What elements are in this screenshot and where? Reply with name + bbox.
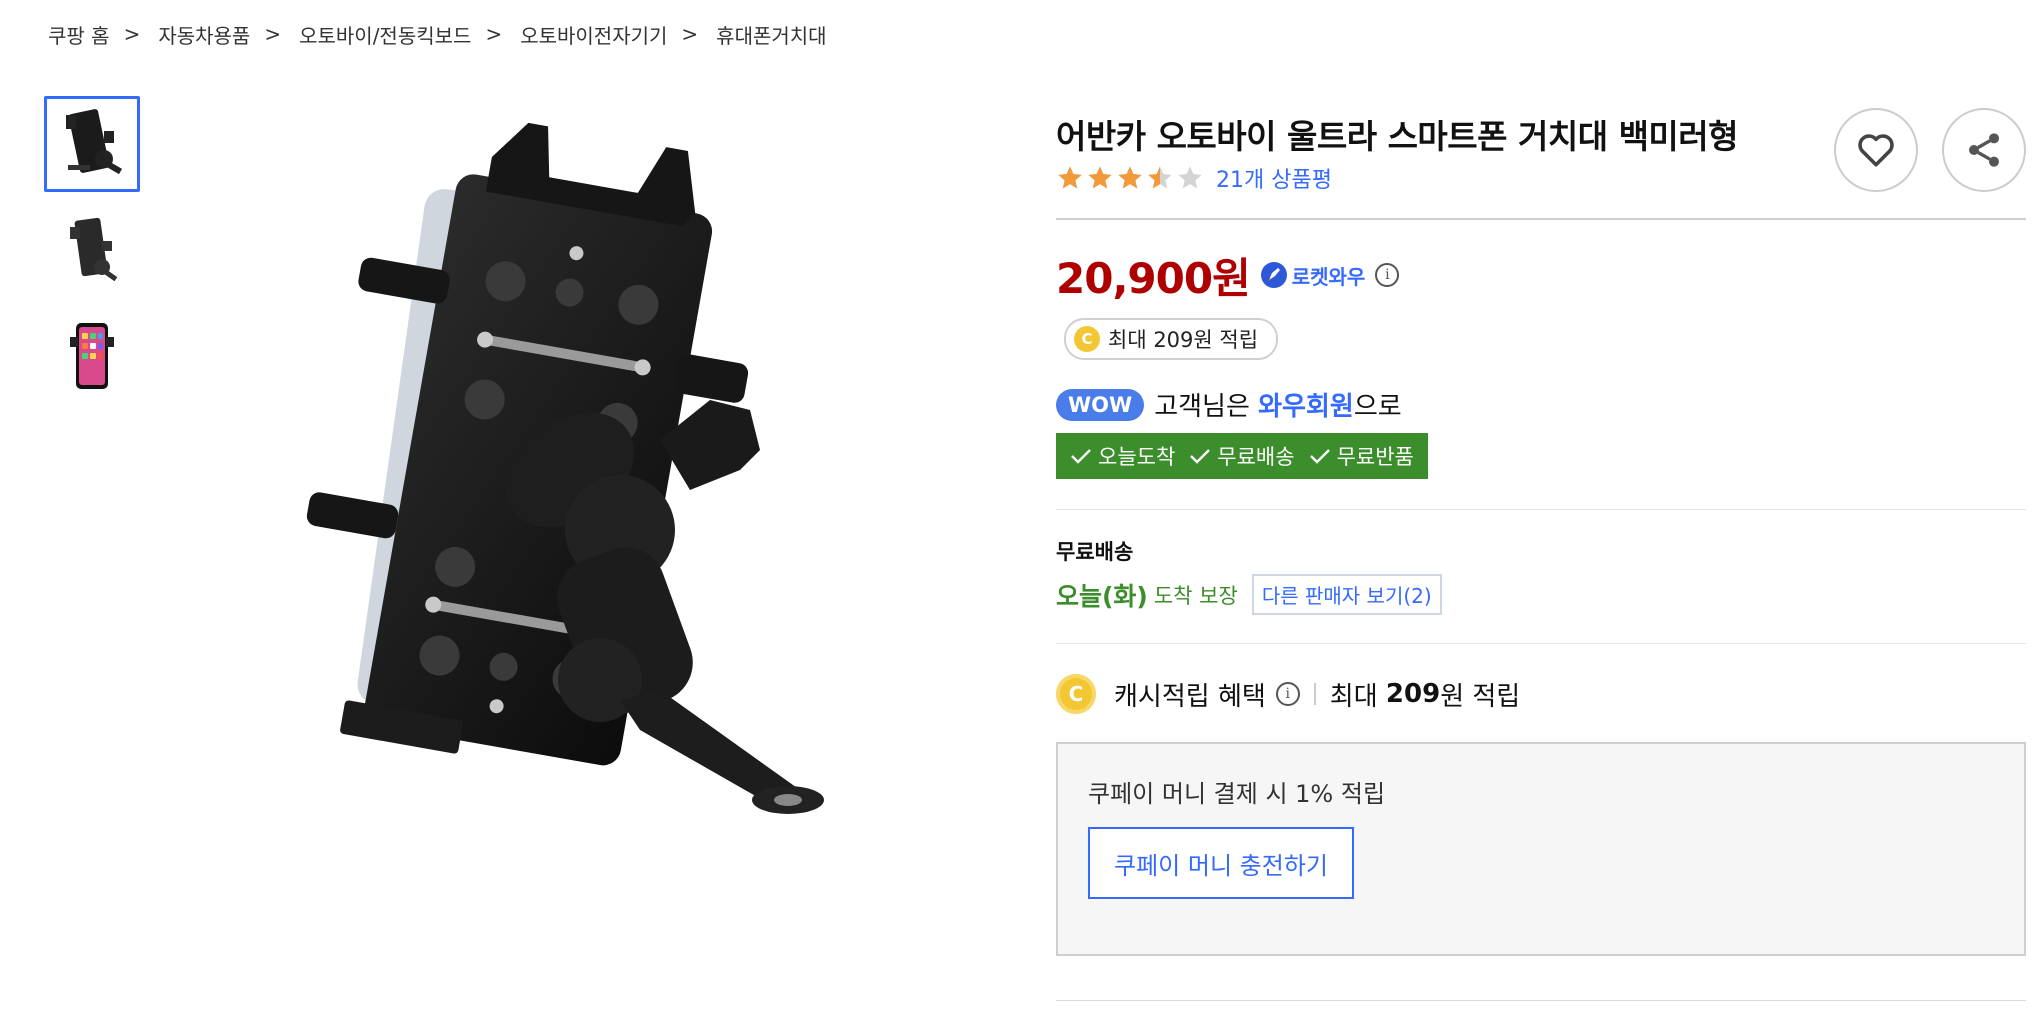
wow-badge: WOW — [1056, 388, 1145, 421]
wow-text-before: 고객님은 — [1154, 392, 1259, 422]
rocket-wow-badge: 로켓와우 — [1260, 261, 1366, 290]
perk-label: 오늘도착 — [1098, 445, 1176, 469]
divider — [1313, 683, 1316, 705]
breadcrumb-separator: > — [264, 22, 282, 46]
check-icon — [1071, 449, 1091, 464]
info-icon[interactable]: i — [1375, 263, 1400, 287]
thumbnail-list — [44, 96, 144, 414]
coupay-box: 쿠페이 머니 결제 시 1% 적립 쿠페이 머니 충전하기 — [1056, 742, 2026, 956]
cash-reward-text: 최대 209원 적립 — [1108, 328, 1259, 352]
rocket-icon — [1260, 262, 1287, 288]
star-rating — [1056, 164, 1204, 192]
phone-holder-image — [306, 122, 824, 814]
perk-label: 무료반품 — [1336, 445, 1414, 469]
breadcrumb-car-accessories[interactable]: 자동차용품 — [158, 20, 250, 49]
coupay-text: 쿠페이 머니 결제 시 1% 적립 — [1088, 780, 1386, 808]
product-thumbnail-image — [70, 323, 114, 389]
check-icon — [1309, 449, 1330, 464]
star-icon — [1058, 166, 1082, 189]
coin-icon: C — [1074, 326, 1100, 352]
wow-member-label: 와우회원 — [1258, 392, 1354, 422]
star-icon — [1088, 166, 1112, 189]
perk-label: 무료배송 — [1217, 445, 1295, 469]
rating: 21개 상품평 — [1056, 162, 1332, 194]
shipping-label: 무료배송 — [1056, 540, 1134, 564]
price: 20,900원 — [1056, 253, 1251, 303]
perk-item: 무료반품 — [1309, 441, 1414, 471]
price-row: 20,900원 로켓와우 i — [1056, 246, 2026, 304]
perk-item: 오늘도착 — [1070, 441, 1175, 471]
shipping-section: 무료배송 오늘(화) 도착 보장 다른 판매자 보기(2) — [1056, 509, 2026, 615]
breadcrumb: 쿠팡 홈 > 자동차용품 > 오토바이/전동킥보드 > 오토바이전자기기 > 휴… — [48, 18, 827, 50]
cash-benefit-prefix: 최대 — [1329, 681, 1386, 712]
breadcrumb-home[interactable]: 쿠팡 홈 — [48, 20, 110, 49]
product-info: 어반카 오토바이 울트라 스마트폰 거치대 백미러형 21개 상품평 20,90… — [1056, 100, 2026, 956]
wow-perks-bar: 오늘도착 무료배송 무료반품 — [1056, 433, 1428, 479]
cash-reward-pill: C 최대 209원 적립 — [1064, 318, 1279, 360]
star-icon — [1178, 166, 1202, 189]
perk-item: 무료배송 — [1189, 441, 1295, 471]
cash-benefit-suffix: 원 적립 — [1440, 681, 1521, 712]
breadcrumb-separator: > — [485, 22, 503, 46]
wow-text-after: 으로 — [1353, 392, 1402, 422]
star-icon — [1118, 166, 1142, 189]
like-button[interactable] — [1834, 108, 1918, 192]
arrival-guarantee: 도착 보장 — [1153, 583, 1238, 608]
cash-benefit-row: C 캐시적립 혜택 i 최대 209 원 적립 — [1056, 643, 2026, 714]
cash-benefit-amount: 209 — [1385, 679, 1441, 709]
breadcrumb-motorcycle[interactable]: 오토바이/전동킥보드 — [299, 20, 471, 49]
coupay-charge-button[interactable]: 쿠페이 머니 충전하기 — [1088, 827, 1354, 899]
arrival-day: 오늘(화) — [1056, 581, 1148, 611]
rocket-wow-label: 로켓와우 — [1291, 264, 1366, 289]
coin-icon: C — [1056, 674, 1096, 714]
breadcrumb-phone-holder[interactable]: 휴대폰거치대 — [716, 20, 826, 49]
breadcrumb-separator: > — [681, 22, 699, 46]
other-sellers-button[interactable]: 다른 판매자 보기(2) — [1251, 574, 1442, 615]
cash-benefit-label: 캐시적립 혜택 — [1114, 681, 1266, 712]
wow-member-row: WOW 고객님은 와우회원 으로 — [1056, 386, 2026, 423]
title-section: 어반카 오토바이 울트라 스마트폰 거치대 백미러형 21개 상품평 — [1056, 100, 2026, 220]
review-count-link[interactable]: 21개 상품평 — [1216, 162, 1332, 194]
thumbnail-1[interactable] — [44, 96, 140, 192]
share-button[interactable] — [1942, 108, 2026, 192]
thumbnail-2[interactable] — [44, 202, 140, 298]
heart-icon — [1858, 134, 1894, 167]
star-icon — [1148, 166, 1172, 189]
check-icon — [1190, 449, 1211, 464]
product-thumbnail-image — [70, 217, 118, 282]
breadcrumb-separator: > — [123, 22, 141, 46]
thumbnail-3[interactable] — [44, 308, 140, 404]
share-icon — [1969, 133, 1999, 167]
product-thumbnail-image — [66, 109, 123, 175]
shipping-row: 오늘(화) 도착 보장 다른 판매자 보기(2) — [1056, 574, 2026, 615]
product-title: 어반카 오토바이 울트라 스마트폰 거치대 백미러형 — [1056, 117, 1739, 156]
product-main-image — [200, 100, 960, 880]
breadcrumb-motorcycle-electronics[interactable]: 오토바이전자기기 — [520, 20, 667, 49]
info-icon[interactable]: i — [1275, 682, 1300, 706]
divider — [1056, 1000, 2026, 1001]
